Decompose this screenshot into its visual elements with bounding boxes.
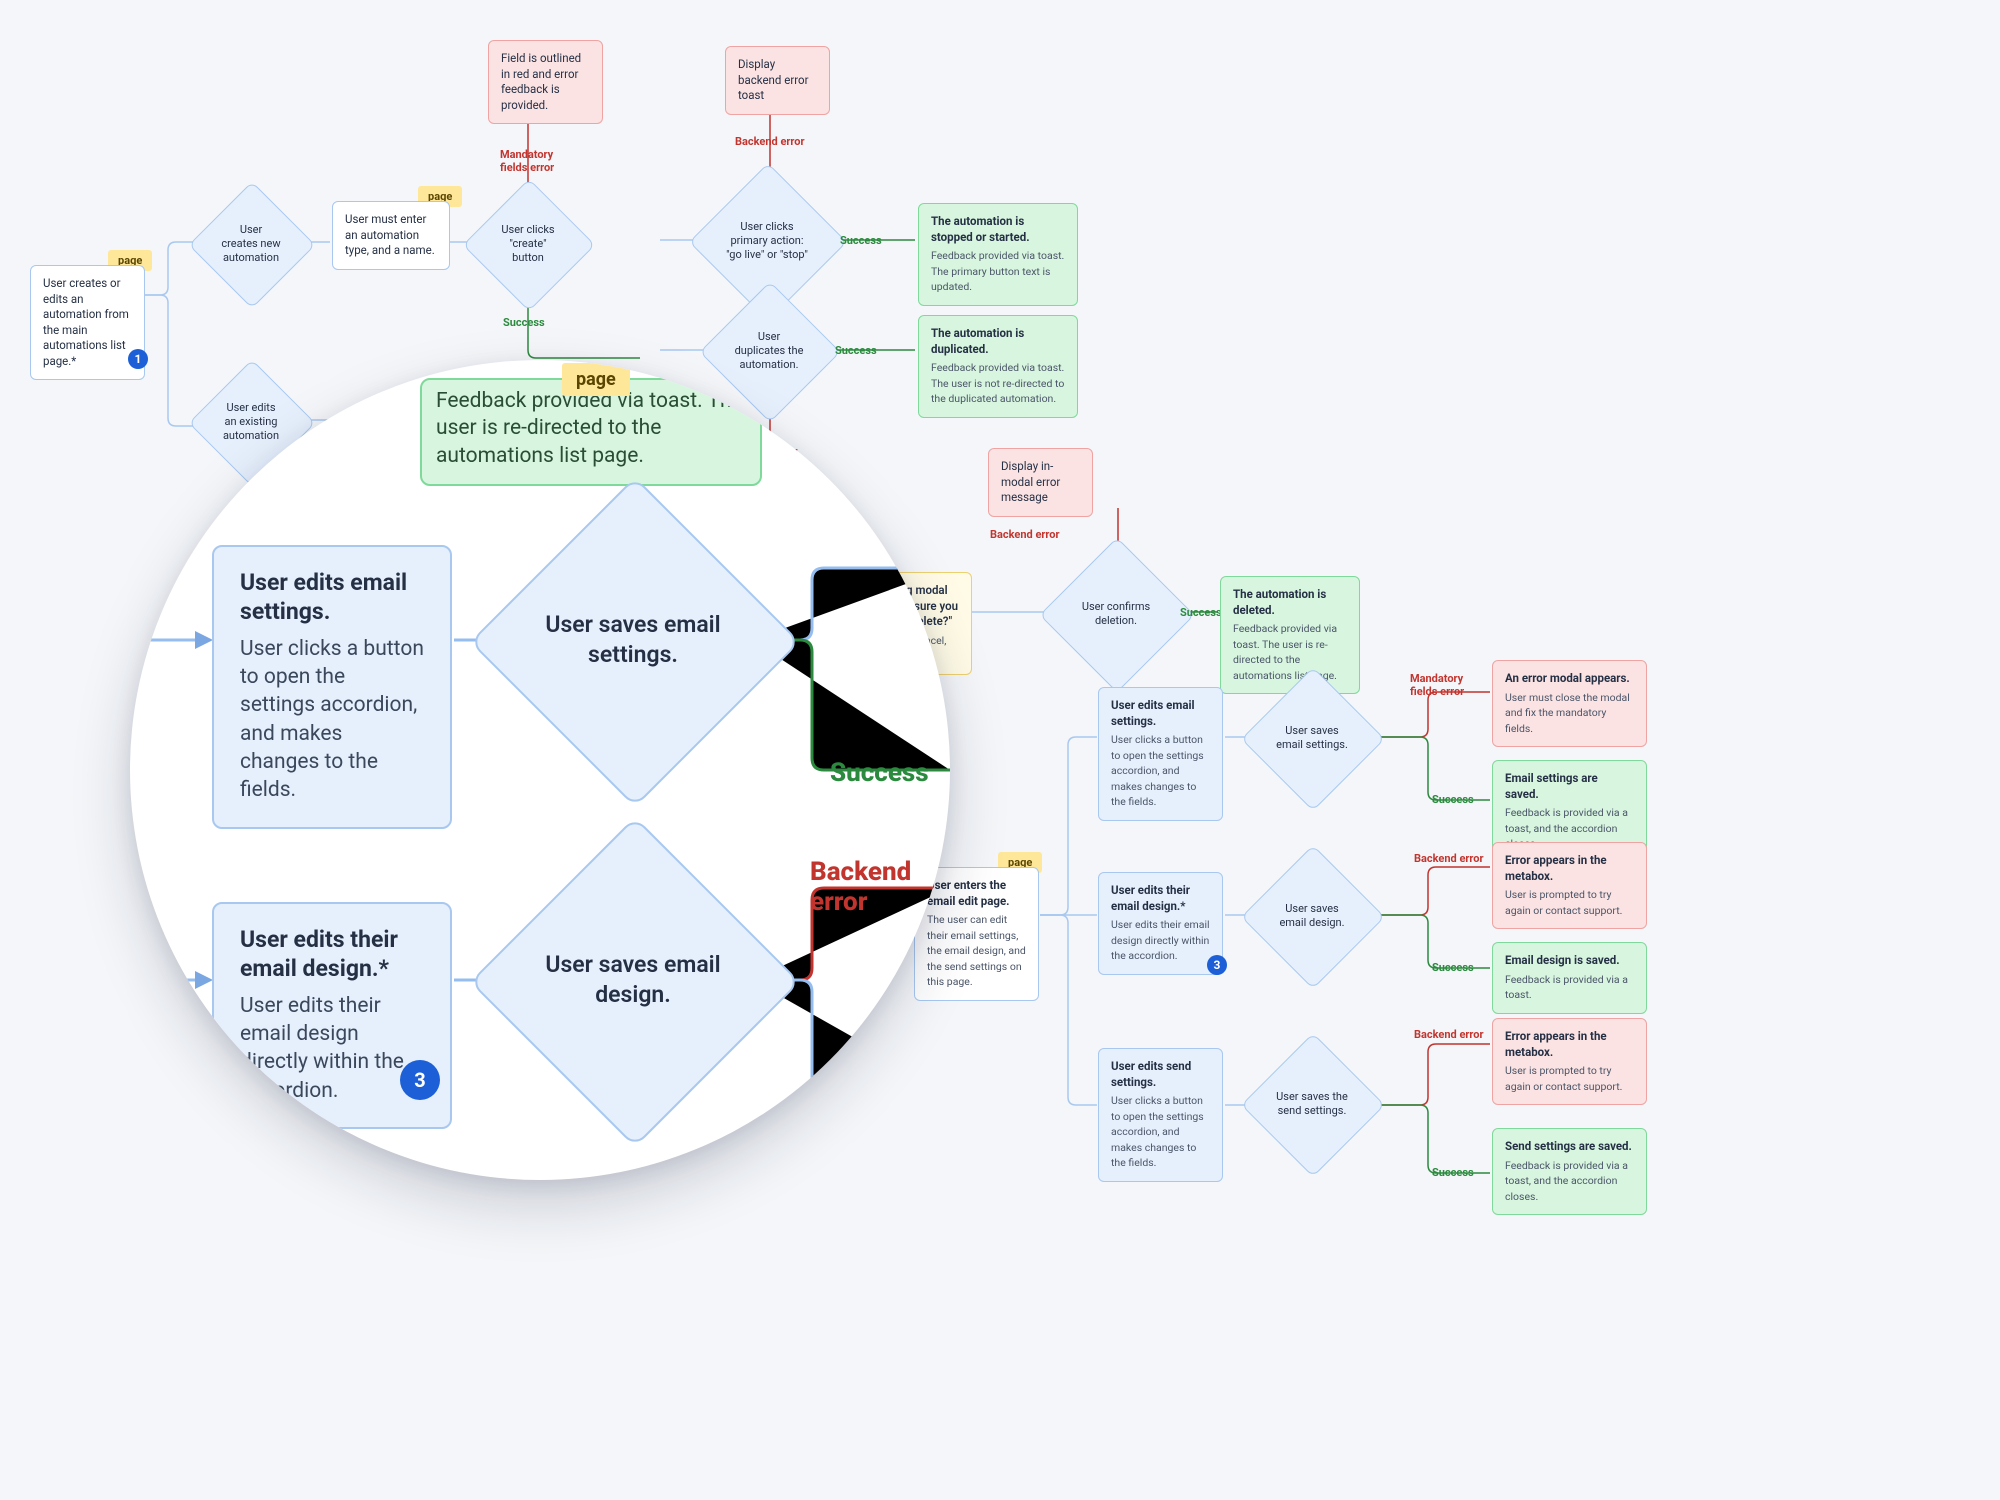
text: User creates new automation [207, 200, 295, 288]
lens-label-success: Success [830, 758, 929, 788]
diamond-create-new: User creates new automation [207, 200, 295, 288]
sub: Feedback provided via toast. The user is… [1233, 622, 1337, 682]
lens-diamond-saves-email: User saves email settings. [518, 525, 748, 755]
title: Error appears in the metabox. [1505, 1029, 1634, 1060]
sub: User edits their email design directly w… [1111, 918, 1210, 962]
label-success: Success [1432, 1166, 1474, 1179]
lens-box-edit-email: User edits email settings. User clicks a… [212, 545, 452, 829]
label-mandatory-error: Mandatory fields error [500, 148, 554, 174]
label-success: Success [1432, 793, 1474, 806]
sub: User clicks a button to open the setting… [1111, 1094, 1204, 1169]
sub: User clicks a button to open the setting… [240, 635, 424, 805]
sub: User clicks a button to open the setting… [1111, 733, 1204, 808]
title: Email settings are saved. [1505, 771, 1634, 802]
text: User clicks primary action: "go live" or… [712, 186, 822, 296]
text: User saves the send settings. [1262, 1054, 1362, 1154]
text: User saves email design. [518, 865, 748, 1095]
text: User saves email design. [1262, 866, 1362, 966]
sub: User is prompted to try again or contact… [1505, 1064, 1622, 1093]
label-backend-error: Backend error [1414, 1028, 1484, 1041]
title: User edits email settings. [1111, 698, 1210, 729]
label-success: Success [1180, 606, 1222, 619]
lens-badge-3: 3 [400, 1060, 440, 1100]
text: User saves email settings. [1262, 688, 1362, 788]
title: User edits their email design.* [240, 926, 424, 984]
box-err-metabox: Error appears in the metabox. User is pr… [1492, 842, 1647, 929]
box-err-metabox2: Error appears in the metabox. User is pr… [1492, 1018, 1647, 1105]
title: The automation is duplicated. [931, 326, 1065, 357]
title: User edits email settings. [240, 569, 424, 627]
text: User must enter an automation type, and … [345, 212, 435, 257]
sub: User edits their email design directly w… [240, 992, 424, 1105]
title: Error appears in the metabox. [1505, 853, 1634, 884]
box-start-stop: The automation is stopped or started. Fe… [918, 203, 1078, 306]
label-success: Success [840, 234, 882, 247]
sub: Feedback is provided via a toast, and th… [1505, 1159, 1628, 1203]
sub: Feedback provided via toast. The primary… [931, 249, 1064, 293]
title: The automation is stopped or started. [931, 214, 1065, 245]
label-success: Success [503, 316, 545, 329]
badge-3: 3 [1207, 955, 1227, 975]
label-backend-error: Backend error [990, 528, 1060, 541]
box-err-modal: An error modal appears. User must close … [1492, 660, 1647, 747]
text: User clicks "create" button [482, 198, 574, 290]
lens-diamond-saves-design: User saves email design. [518, 865, 748, 1095]
text: User creates or edits an automation from… [43, 276, 129, 368]
sub: User is prompted to try again or contact… [1505, 888, 1622, 917]
text: User confirms deletion. [1062, 560, 1170, 668]
box-must-enter: User must enter an automation type, and … [332, 201, 450, 270]
magnifier-lens: ess Feedback provided via toast. The use… [130, 360, 950, 1180]
title: Email design is saved. [1505, 953, 1634, 969]
label-success: Success [835, 344, 877, 357]
box-deleted: The automation is deleted. Feedback prov… [1220, 576, 1360, 694]
box-edit-send: User edits send settings. User clicks a … [1098, 1048, 1223, 1182]
sub: Feedback is provided via a toast. [1505, 973, 1628, 1002]
box-backend-toast: Display backend error toast [725, 46, 830, 115]
lens-label-backend-error: Backend error [810, 858, 950, 918]
diamond-confirms-deletion: User confirms deletion. [1062, 560, 1170, 668]
text: Display in-modal error message [1001, 459, 1060, 504]
label-success: Success [1432, 961, 1474, 974]
box-edit-design: User edits their email design.* User edi… [1098, 872, 1223, 975]
text: Display backend error toast [738, 57, 808, 102]
label-mandatory-error: Mandatory fields error [1410, 672, 1464, 698]
box-field-red: Field is outlined in red and error feedb… [488, 40, 603, 124]
sub: User must close the modal and fix the ma… [1505, 691, 1630, 735]
diamond-click-create: User clicks "create" button [482, 198, 574, 290]
diamond-saves-send: User saves the send settings. [1262, 1054, 1362, 1154]
title: The automation is deleted. [1233, 587, 1347, 618]
diamond-saves-email: User saves email settings. [1262, 688, 1362, 788]
diagram-canvas: page User creates or edits an automation… [0, 0, 2000, 1500]
title: Send settings are saved. [1505, 1139, 1634, 1155]
title: User edits send settings. [1111, 1059, 1210, 1090]
label-backend-error: Backend error [1414, 852, 1484, 865]
text: User saves email settings. [518, 525, 748, 755]
box-send-saved: Send settings are saved. Feedback is pro… [1492, 1128, 1647, 1215]
diamond-saves-design: User saves email design. [1262, 866, 1362, 966]
box-edit-email: User edits email settings. User clicks a… [1098, 687, 1223, 821]
sub: Feedback provided via toast. The user is… [931, 361, 1064, 405]
diamond-primary-action: User clicks primary action: "go live" or… [712, 186, 822, 296]
box-design-saved: Email design is saved. Feedback is provi… [1492, 942, 1647, 1014]
label-backend-error: Backend error [735, 135, 805, 148]
title: User edits their email design.* [1111, 883, 1210, 914]
title: An error modal appears. [1505, 671, 1634, 687]
box-start: User creates or edits an automation from… [30, 265, 145, 380]
text: Field is outlined in red and error feedb… [501, 51, 581, 112]
box-in-modal-error: Display in-modal error message [988, 448, 1093, 517]
